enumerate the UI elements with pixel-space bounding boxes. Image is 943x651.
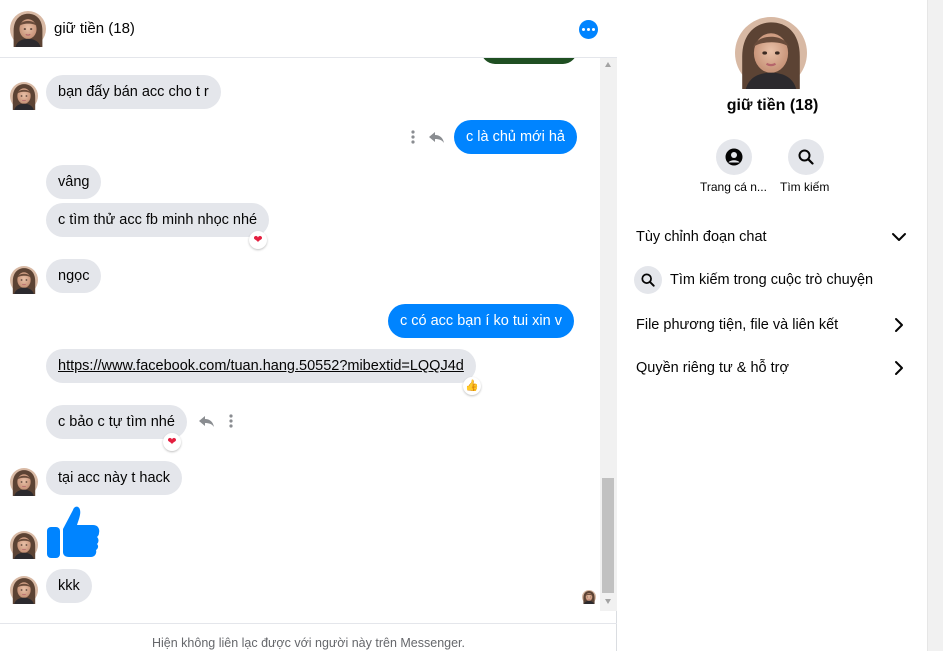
customize-chat-label: Tùy chỉnh đoạn chat xyxy=(636,229,767,245)
more-actions-icon[interactable] xyxy=(404,128,422,146)
customize-chat-row[interactable]: Tùy chỉnh đoạn chat xyxy=(636,225,908,249)
media-files-links-label: File phương tiện, file và liên kết xyxy=(636,317,839,333)
reply-icon[interactable] xyxy=(197,412,215,430)
message-bubble-incoming[interactable]: tại acc này t hack xyxy=(46,461,183,495)
chevron-right-icon xyxy=(895,361,903,375)
search-icon xyxy=(634,266,662,294)
heart-reaction-icon[interactable]: ❤ xyxy=(163,433,181,451)
message-bubble-incoming[interactable]: kkk xyxy=(46,569,92,603)
link-message-bubble[interactable]: https://www.facebook.com/tuan.hang.50552… xyxy=(46,349,476,383)
profile-button[interactable] xyxy=(716,139,752,175)
message-bubble-incoming[interactable]: vâng xyxy=(46,165,102,199)
message-avatar[interactable] xyxy=(10,576,38,604)
chevron-right-icon xyxy=(895,318,903,332)
search-in-conversation-row[interactable]: Tìm kiếm trong cuộc trò chuyện xyxy=(634,266,906,294)
media-files-links-row[interactable]: File phương tiện, file và liên kết xyxy=(636,313,908,337)
message-bubble-incoming[interactable]: c tìm thử acc fb minh nhọc nhé xyxy=(46,203,270,237)
message-avatar[interactable] xyxy=(10,468,38,496)
contact-avatar[interactable] xyxy=(10,11,46,47)
scroll-down-arrow-icon[interactable] xyxy=(605,599,611,604)
profile-button-label[interactable]: Trang cá n... xyxy=(700,180,767,194)
profile-name: giữ tiền (18) xyxy=(726,97,819,114)
search-button[interactable] xyxy=(788,139,824,175)
chat-panel: giữ tiền (18) bạn đấy bán acc cho t r c … xyxy=(0,0,617,651)
privacy-support-row[interactable]: Quyền riêng tư & hỗ trợ xyxy=(636,356,908,380)
message-bubble-outgoing[interactable]: c là chủ mới hả xyxy=(454,120,577,154)
conversation-title[interactable]: giữ tiền (18) xyxy=(54,20,135,37)
conversation-info-panel: giữ tiền (18) Trang cá n... Tìm kiếm Tùy… xyxy=(618,0,927,651)
message-bubble-incoming[interactable]: ngọc xyxy=(46,259,102,293)
chat-scrollbar[interactable] xyxy=(600,58,617,611)
message-list[interactable]: bạn đấy bán acc cho t r c là chủ mới hả … xyxy=(0,58,617,623)
message-avatar[interactable] xyxy=(10,531,38,559)
reply-icon[interactable] xyxy=(427,128,445,146)
more-options-icon[interactable] xyxy=(579,20,598,39)
unavailable-notice: Hiện không liên lạc được với người này t… xyxy=(0,623,617,651)
chevron-down-icon xyxy=(892,233,906,241)
search-in-conversation-label: Tìm kiếm trong cuộc trò chuyện xyxy=(670,272,874,288)
page-scrollbar[interactable] xyxy=(927,0,943,651)
search-icon xyxy=(798,149,814,165)
message-bubble-outgoing[interactable]: c có acc bạn í ko tui xin v xyxy=(388,304,574,338)
message-avatar[interactable] xyxy=(10,82,38,110)
scroll-up-arrow-icon[interactable] xyxy=(605,62,611,67)
chat-header: giữ tiền (18) xyxy=(0,0,617,58)
message-avatar[interactable] xyxy=(10,266,38,294)
thumbs-up-reaction-icon[interactable]: 👍 xyxy=(463,377,481,395)
more-actions-icon[interactable] xyxy=(222,412,240,430)
large-thumbs-up-icon[interactable] xyxy=(47,504,100,560)
profile-avatar[interactable] xyxy=(735,17,807,89)
heart-reaction-icon[interactable]: ❤ xyxy=(249,231,267,249)
message-bubble-incoming[interactable]: bạn đấy bán acc cho t r xyxy=(46,75,221,109)
scrollbar-thumb[interactable] xyxy=(602,478,614,593)
profile-icon xyxy=(725,148,743,166)
previous-attachment xyxy=(481,58,577,64)
seen-indicator-avatar xyxy=(582,590,596,604)
privacy-support-label: Quyền riêng tư & hỗ trợ xyxy=(636,360,790,376)
search-button-label[interactable]: Tìm kiếm xyxy=(780,180,829,194)
